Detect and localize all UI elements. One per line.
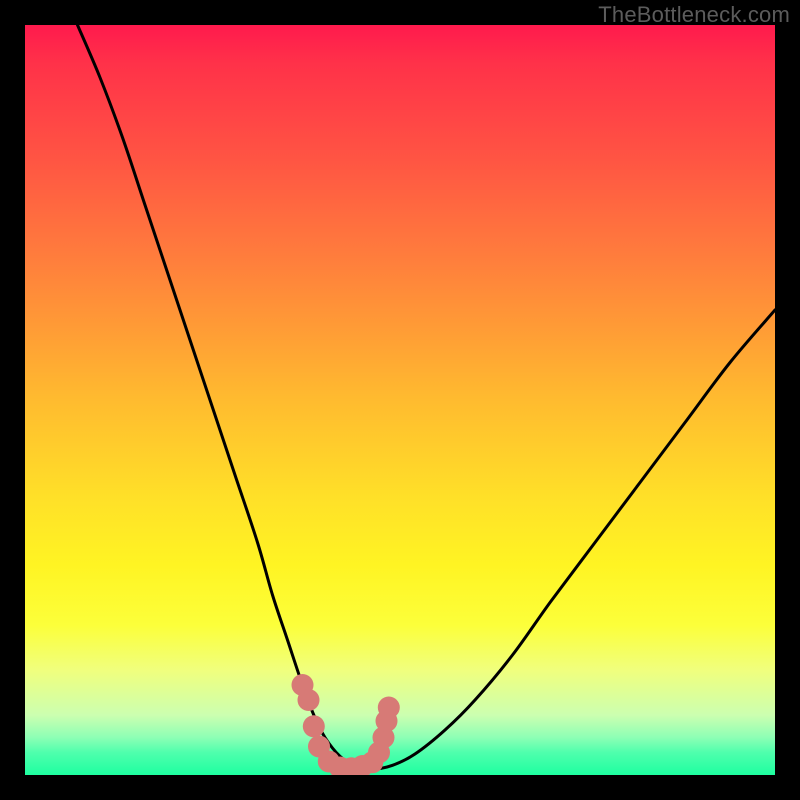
highlight-dot [298,689,320,711]
chart-plot-area [25,25,775,775]
bottleneck-curve-path [78,25,776,769]
chart-frame: TheBottleneck.com [0,0,800,800]
chart-svg [25,25,775,775]
highlight-dots-group [292,674,400,775]
highlight-dot [303,715,325,737]
watermark-label: TheBottleneck.com [598,2,790,28]
highlight-dot [378,697,400,719]
